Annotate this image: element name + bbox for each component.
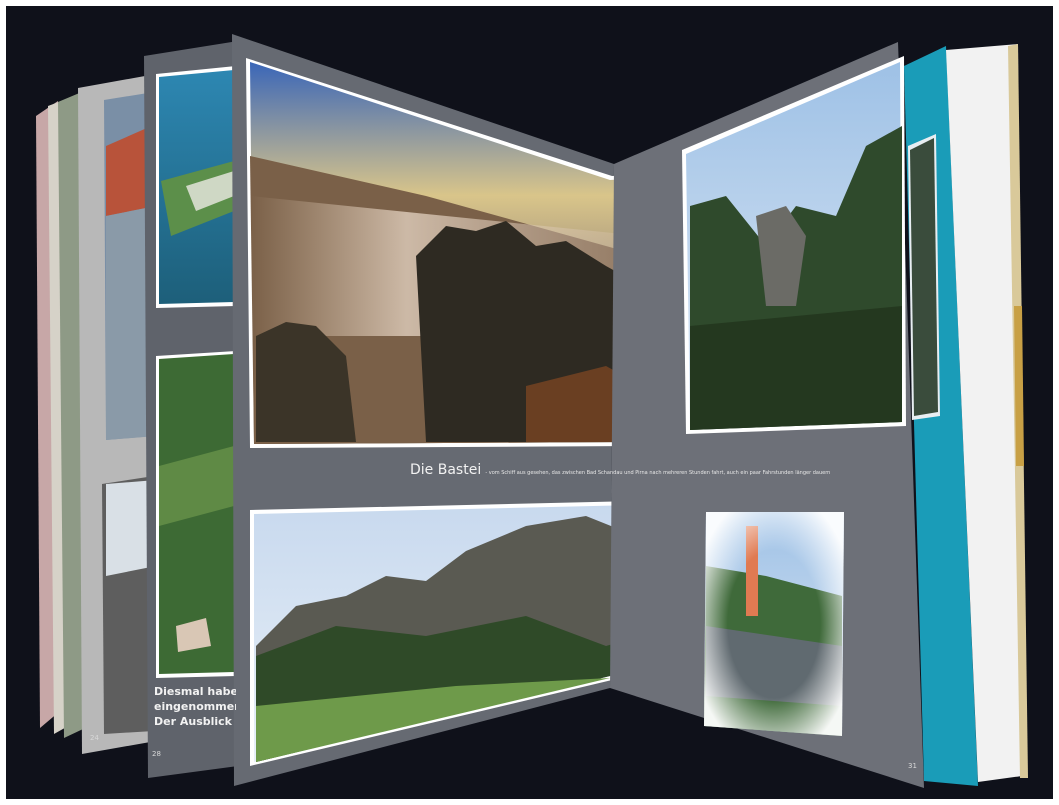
photobook-scene — [36, 34, 1028, 788]
left-page-text: Diesmal haben eingenommen w Der Ausblick… — [154, 684, 236, 729]
left-page-line-3: Der Ausblick is — [154, 715, 236, 728]
page-number-24: 24 — [90, 734, 99, 742]
left-page-line-1: Diesmal haben — [154, 685, 236, 698]
caption-title: Die Bastei — [410, 462, 482, 478]
caption: Die Bastei - vom Schiff aus gesehen, das… — [410, 462, 830, 478]
left-page-line-2: eingenommen w — [154, 700, 236, 713]
photo-frame: Die Bastei - vom Schiff aus gesehen, das… — [6, 6, 1053, 799]
page-number-28: 28 — [152, 750, 161, 758]
page-number-31: 31 — [908, 762, 917, 770]
caption-subtitle: - vom Schiff aus gesehen, das zwischen B… — [485, 470, 831, 476]
